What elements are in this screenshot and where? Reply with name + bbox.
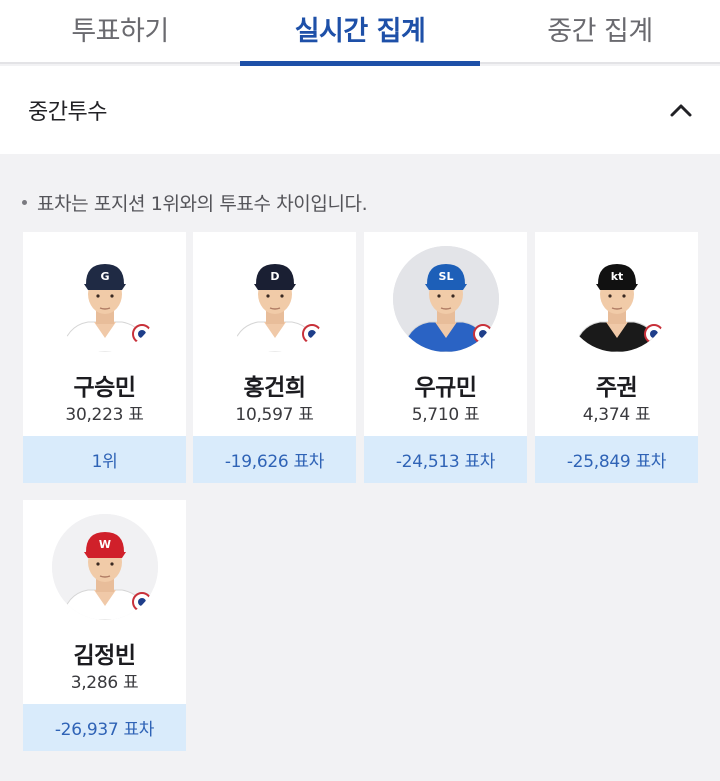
bears-logo: D xyxy=(222,246,328,352)
player-card[interactable]: D 홍건희 10,597 표 -19,626 표차 xyxy=(193,232,356,483)
vote-gap-badge: -19,626 표차 xyxy=(193,436,356,483)
landers-logo: W xyxy=(52,514,158,620)
player-name: 김정빈 xyxy=(73,643,136,669)
player-vote-count: 10,597 표 xyxy=(235,405,314,425)
player-card[interactable]: kt 주권 4,374 표 -25,849 표차 xyxy=(535,232,698,483)
svg-text:G: G xyxy=(100,270,109,283)
player-photo: G xyxy=(52,246,158,352)
player-photo: SL xyxy=(393,246,499,352)
vote-gap-badge: -25,849 표차 xyxy=(535,436,698,483)
player-name: 주권 xyxy=(595,375,638,401)
player-card[interactable]: SL 우규민 5,710 표 -24,513 표차 xyxy=(364,232,527,483)
giants-logo: G xyxy=(52,246,158,352)
player-name: 우규민 xyxy=(414,375,477,401)
player-vote-count: 30,223 표 xyxy=(65,405,144,425)
player-vote-count: 4,374 표 xyxy=(582,405,651,425)
svg-text:D: D xyxy=(270,270,279,283)
svg-text:W: W xyxy=(99,538,111,551)
svg-text:SL: SL xyxy=(439,270,454,283)
player-vote-count: 3,286 표 xyxy=(70,673,139,693)
player-card[interactable]: W 김정빈 3,286 표 -26,937 표차 xyxy=(23,500,186,751)
player-card[interactable]: G 구승민 30,223 표 1위 xyxy=(23,232,186,483)
player-grid: G 구승민 30,223 표 1위 D 홍건희 10,597 표 -19,626 표차 … xyxy=(0,0,720,781)
vote-gap-badge: -24,513 표차 xyxy=(364,436,527,483)
player-vote-count: 5,710 표 xyxy=(411,405,480,425)
player-photo: D xyxy=(222,246,328,352)
wiz-logo: kt xyxy=(564,246,670,352)
player-photo: W xyxy=(52,514,158,620)
vote-gap-badge: 1위 xyxy=(23,436,186,483)
svg-text:kt: kt xyxy=(611,270,624,283)
vote-gap-badge: -26,937 표차 xyxy=(23,704,186,751)
lions-logo: SL xyxy=(393,246,499,352)
player-name: 홍건희 xyxy=(243,375,306,401)
player-name: 구승민 xyxy=(73,375,136,401)
player-photo: kt xyxy=(564,246,670,352)
